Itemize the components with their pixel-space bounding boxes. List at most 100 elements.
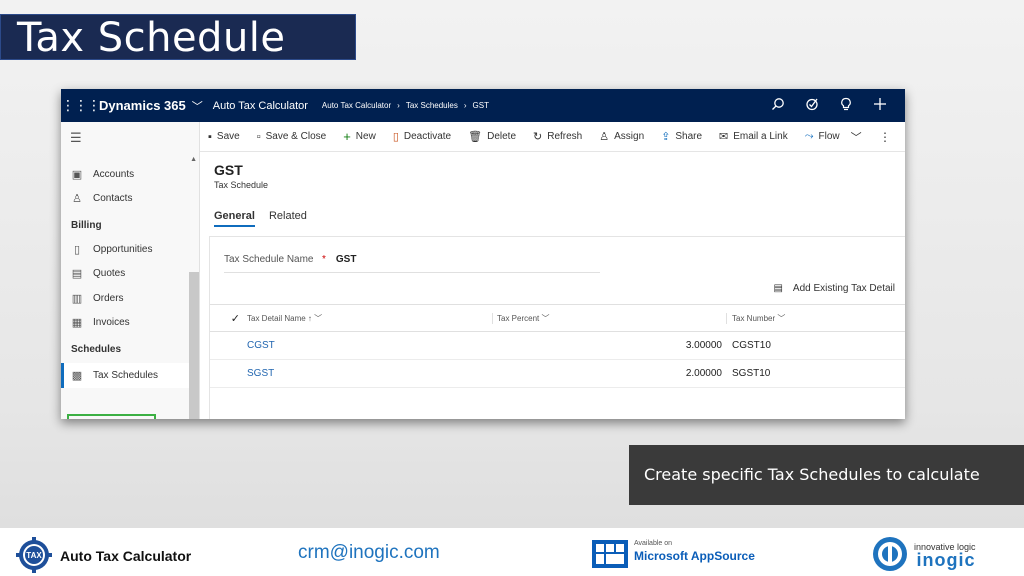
column-header-percent[interactable]: Tax Percent ﹀ bbox=[493, 312, 727, 324]
deactivate-button[interactable]: ▯ Deactivate bbox=[393, 130, 451, 143]
plus-icon[interactable] bbox=[873, 97, 887, 114]
chevron-down-icon: ﹀ bbox=[777, 313, 786, 323]
refresh-button[interactable]: ↻ Refresh bbox=[533, 130, 582, 143]
chevron-right-icon: › bbox=[463, 101, 467, 110]
lightbulb-icon[interactable] bbox=[839, 97, 853, 114]
accounts-icon: ▣ bbox=[71, 168, 83, 181]
select-all-checkbox[interactable]: ✓ bbox=[210, 312, 245, 325]
share-button[interactable]: ⇪ Share bbox=[661, 130, 702, 143]
row-name-link[interactable]: CGST bbox=[245, 340, 493, 351]
app-window: ⋮⋮⋮ Dynamics 365 ﹀ Auto Tax Calculator A… bbox=[61, 89, 905, 419]
save-button[interactable]: ▪ Save bbox=[208, 131, 240, 143]
assign-icon: ♙ bbox=[599, 131, 610, 143]
nav-actions bbox=[771, 97, 905, 114]
gear-tax-logo-icon: TAX bbox=[16, 537, 52, 573]
command-bar: ▪ Save ▫ Save & Close + New ▯ Deactivate… bbox=[200, 122, 905, 152]
slide-caption: Create specific Tax Schedules to calcula… bbox=[629, 445, 1024, 544]
column-header-number-label: Tax Number bbox=[732, 313, 776, 323]
deactivate-icon: ▯ bbox=[392, 131, 399, 143]
save-close-button[interactable]: ▫ Save & Close bbox=[257, 131, 327, 143]
sidebar-item-accounts[interactable]: ▣ Accounts bbox=[61, 162, 199, 187]
form-section: Tax Schedule Name * GST ▤ Add Existing T… bbox=[209, 236, 905, 419]
assistant-icon[interactable] bbox=[805, 97, 819, 114]
sidebar: ☰ ▲ ▣ Accounts ♙ Contacts Billing ▯ Oppo… bbox=[61, 122, 200, 419]
save-close-label: Save & Close bbox=[265, 131, 327, 142]
record-header: GST Tax Schedule bbox=[200, 152, 905, 190]
appsource-name: Microsoft AppSource bbox=[634, 549, 755, 563]
scroll-up-icon[interactable]: ▲ bbox=[190, 156, 197, 163]
top-nav-bar: ⋮⋮⋮ Dynamics 365 ﹀ Auto Tax Calculator A… bbox=[61, 89, 905, 122]
add-existing-label: Add Existing Tax Detail bbox=[792, 283, 895, 294]
breadcrumb: Auto Tax Calculator › Tax Schedules › GS… bbox=[322, 101, 489, 110]
app-launcher-icon[interactable]: ⋮⋮⋮ bbox=[61, 97, 101, 114]
quotes-icon: ▤ bbox=[71, 268, 83, 281]
sidebar-item-orders[interactable]: ▥ Orders bbox=[61, 286, 199, 311]
flow-button[interactable]: ⤳ Flow ﹀ bbox=[805, 129, 862, 145]
sidebar-item-quotes[interactable]: ▤ Quotes bbox=[61, 262, 199, 287]
footer-product-name: Auto Tax Calculator bbox=[60, 548, 192, 564]
flow-icon: ⤳ bbox=[804, 130, 814, 142]
column-header-name[interactable]: Tax Detail Name ↑ ﹀ bbox=[245, 312, 493, 324]
footer-email[interactable]: crm@inogic.com bbox=[298, 542, 440, 564]
column-header-percent-label: Tax Percent bbox=[497, 313, 540, 323]
save-label: Save bbox=[216, 131, 240, 142]
add-existing-tax-detail-button[interactable]: ▤ Add Existing Tax Detail bbox=[773, 283, 895, 294]
email-icon: ✉ bbox=[719, 131, 729, 143]
chevron-right-icon: › bbox=[397, 101, 400, 110]
column-header-number[interactable]: Tax Number ﹀ bbox=[727, 313, 785, 324]
delete-button[interactable]: 🗑 Delete bbox=[468, 130, 516, 143]
email-link-button[interactable]: ✉ Email a Link bbox=[719, 130, 788, 143]
field-label: Tax Schedule Name bbox=[224, 254, 314, 265]
deactivate-label: Deactivate bbox=[403, 131, 452, 142]
appsource-text: Available on Microsoft AppSource bbox=[634, 540, 755, 563]
refresh-icon: ↻ bbox=[533, 131, 543, 143]
sidebar-item-tax-schedules[interactable]: ▩ Tax Schedules bbox=[61, 363, 199, 388]
inogic-logo-icon bbox=[873, 537, 907, 571]
new-label: New bbox=[355, 131, 376, 142]
brand-name[interactable]: Dynamics 365 bbox=[99, 98, 186, 113]
sidebar-item-opportunities[interactable]: ▯ Opportunities bbox=[61, 237, 199, 262]
table-row[interactable]: CGST 3.00000 CGST10 bbox=[210, 332, 905, 360]
invoices-icon: ▦ bbox=[71, 317, 83, 330]
row-name-link[interactable]: SGST bbox=[245, 368, 493, 379]
tax-schedule-icon: ▩ bbox=[71, 369, 83, 382]
appsource-logo-icon bbox=[592, 540, 628, 568]
highlight-outline bbox=[67, 414, 156, 419]
more-commands-icon[interactable]: ⋮ bbox=[879, 130, 891, 144]
slide-title: Tax Schedule bbox=[0, 14, 356, 61]
row-number: CGST10 bbox=[732, 340, 771, 351]
sidebar-scrollbar[interactable] bbox=[189, 272, 199, 419]
tab-general[interactable]: General bbox=[214, 210, 255, 227]
chevron-down-icon[interactable]: ﹀ bbox=[192, 98, 203, 114]
flow-label: Flow bbox=[818, 131, 840, 142]
delete-label: Delete bbox=[487, 131, 516, 142]
new-button[interactable]: + New bbox=[343, 129, 376, 144]
appsource-available: Available on bbox=[634, 540, 673, 547]
sidebar-item-label: Invoices bbox=[93, 317, 130, 329]
assign-button[interactable]: ♙ Assign bbox=[599, 130, 644, 143]
sort-asc-icon: ↑ ﹀ bbox=[307, 313, 323, 323]
breadcrumb-item-app[interactable]: Auto Tax Calculator bbox=[322, 101, 391, 110]
plus-icon: + bbox=[343, 129, 351, 144]
email-link-label: Email a Link bbox=[733, 131, 788, 142]
hamburger-icon[interactable]: ☰ bbox=[61, 122, 199, 152]
chevron-down-icon: ﹀ bbox=[541, 313, 550, 323]
field-value[interactable]: GST bbox=[336, 254, 357, 265]
sidebar-item-label: Tax Schedules bbox=[93, 369, 159, 381]
breadcrumb-item-list[interactable]: Tax Schedules bbox=[406, 101, 458, 110]
tax-detail-grid: ✓ Tax Detail Name ↑ ﹀ Tax Percent ﹀ Tax … bbox=[210, 304, 905, 388]
sidebar-item-invoices[interactable]: ▦ Invoices bbox=[61, 311, 199, 336]
sidebar-item-label: Opportunities bbox=[93, 243, 153, 255]
app-name[interactable]: Auto Tax Calculator bbox=[213, 100, 308, 112]
tab-related[interactable]: Related bbox=[269, 210, 307, 227]
sidebar-item-contacts[interactable]: ♙ Contacts bbox=[61, 187, 199, 212]
row-percent: 3.00000 bbox=[685, 340, 722, 351]
tax-schedule-name-field[interactable]: Tax Schedule Name * GST bbox=[224, 247, 600, 273]
sidebar-item-label: Quotes bbox=[93, 268, 126, 280]
sidebar-group-billing: Billing bbox=[71, 220, 102, 231]
table-row[interactable]: SGST 2.00000 SGST10 bbox=[210, 360, 905, 388]
search-icon[interactable] bbox=[771, 97, 785, 114]
chevron-down-icon: ﹀ bbox=[850, 131, 862, 144]
share-label: Share bbox=[675, 131, 703, 142]
opportunities-icon: ▯ bbox=[73, 243, 81, 256]
